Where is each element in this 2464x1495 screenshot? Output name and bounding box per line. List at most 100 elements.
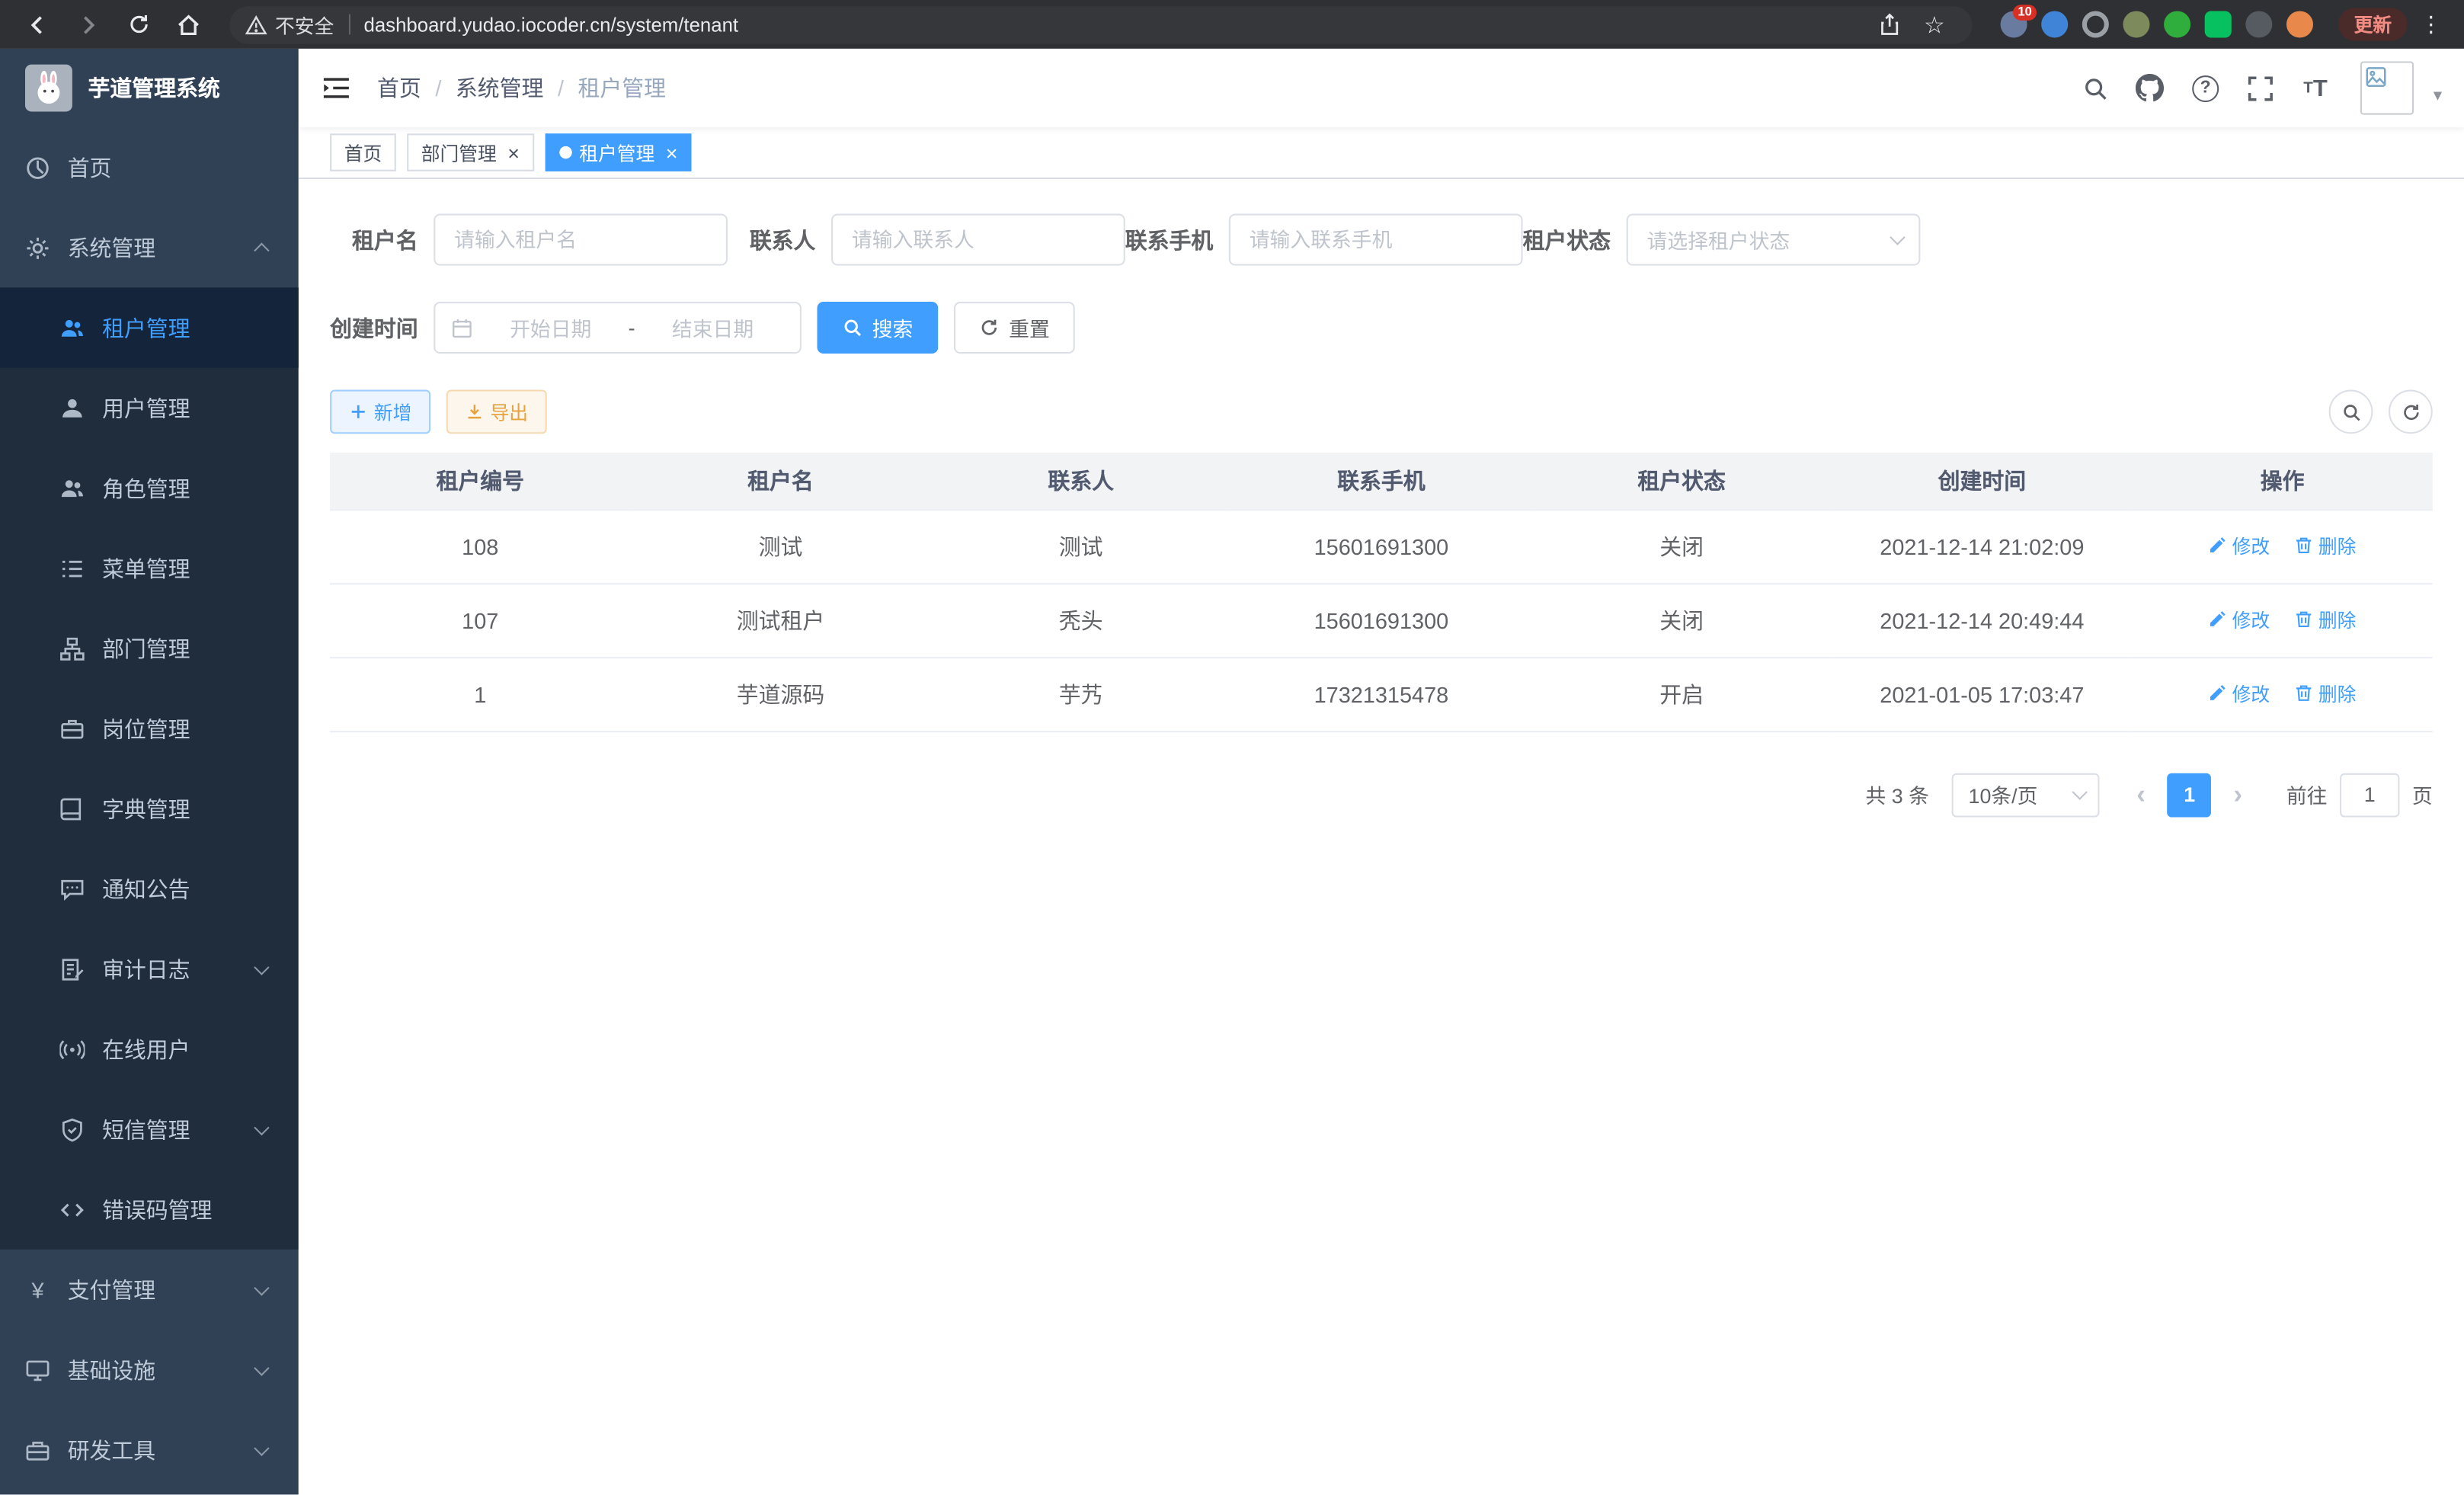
search-icon	[2341, 402, 2361, 422]
sidebar-toggle-icon[interactable]	[299, 75, 374, 101]
sidebar-group-sms[interactable]: 短信管理	[0, 1089, 299, 1169]
sidebar-item-roles[interactable]: 角色管理	[0, 448, 299, 528]
sidebar-item-users[interactable]: 用户管理	[0, 368, 299, 448]
toggle-search-button[interactable]	[2329, 390, 2373, 434]
delete-button[interactable]: 删除	[2295, 533, 2356, 559]
sidebar-group-dev-tools[interactable]: 研发工具	[0, 1410, 299, 1490]
help-icon[interactable]: ?	[2184, 66, 2228, 110]
edit-button[interactable]: 修改	[2209, 607, 2270, 633]
sidebar-item-dictionary[interactable]: 字典管理	[0, 769, 299, 849]
status-text: 关闭	[1531, 583, 1832, 657]
status-select[interactable]: 请选择租户状态	[1627, 214, 1921, 266]
filter-row-1: 租户名 联系人 联系手机 租户状态 请选择租户状态	[330, 214, 2433, 266]
refresh-icon	[2400, 402, 2421, 422]
extension-icon[interactable]	[2245, 11, 2272, 37]
extension-icon[interactable]	[2164, 11, 2190, 37]
edit-button[interactable]: 修改	[2209, 680, 2270, 707]
home-icon[interactable]	[167, 5, 211, 43]
sidebar-item-tenant[interactable]: 租户管理	[0, 287, 299, 367]
forward-icon[interactable]	[66, 5, 110, 43]
back-icon[interactable]	[16, 5, 60, 43]
trash-icon	[2295, 536, 2314, 555]
tab-tenant[interactable]: 租户管理 ×	[545, 133, 692, 171]
sidebar-group-payment[interactable]: ¥ 支付管理	[0, 1250, 299, 1330]
date-range-picker[interactable]: 开始日期 - 结束日期	[434, 302, 802, 354]
tab-home[interactable]: 首页	[330, 133, 396, 171]
mobile-input[interactable]	[1229, 214, 1523, 266]
sidebar-item-posts[interactable]: 岗位管理	[0, 688, 299, 768]
font-size-icon[interactable]: TT	[2293, 66, 2338, 110]
end-date-placeholder[interactable]: 结束日期	[642, 312, 784, 342]
breadcrumb-current: 租户管理	[578, 72, 667, 104]
app-logo[interactable]: 芋道管理系统	[0, 49, 299, 127]
sidebar-group-infrastructure[interactable]: 基础设施	[0, 1330, 299, 1410]
bookmark-star-icon[interactable]: ☆	[1912, 5, 1957, 43]
briefcase-icon	[59, 715, 85, 741]
chrome-update-button[interactable]: 更新	[2338, 8, 2408, 40]
extension-icon[interactable]: 10	[2001, 11, 2027, 37]
sidebar-item-notices[interactable]: 通知公告	[0, 849, 299, 929]
export-button[interactable]: 导出	[446, 390, 547, 434]
search-icon[interactable]	[2073, 66, 2117, 110]
sidebar-item-error-codes[interactable]: 错误码管理	[0, 1170, 299, 1250]
breadcrumb-home[interactable]: 首页	[377, 72, 421, 104]
security-indicator[interactable]: 不安全	[245, 9, 334, 39]
mobile-label: 联系手机	[1125, 224, 1229, 255]
close-icon[interactable]: ×	[507, 142, 520, 163]
delete-button[interactable]: 删除	[2295, 607, 2356, 633]
create-time-label: 创建时间	[330, 312, 434, 343]
refresh-table-button[interactable]	[2389, 390, 2433, 434]
gear-icon	[25, 235, 50, 260]
chevron-up-icon	[254, 242, 269, 258]
sidebar-item-online-users[interactable]: 在线用户	[0, 1009, 299, 1089]
org-tree-icon	[59, 635, 85, 661]
fullscreen-icon[interactable]	[2238, 66, 2283, 110]
extension-icon[interactable]	[2041, 11, 2068, 37]
share-icon[interactable]	[1868, 5, 1912, 43]
page-number-1[interactable]: 1	[2168, 773, 2212, 817]
breadcrumb-system[interactable]: 系统管理	[456, 72, 544, 104]
page-content: 租户名 联系人 联系手机 租户状态 请选择租户状态	[299, 179, 2464, 1494]
github-icon[interactable]	[2129, 66, 2173, 110]
add-button[interactable]: 新增	[330, 390, 430, 434]
tab-department[interactable]: 部门管理 ×	[407, 133, 533, 171]
reset-button[interactable]: 重置	[954, 302, 1075, 354]
address-bar[interactable]: 不安全 dashboard.yudao.iocoder.cn/system/te…	[229, 5, 1972, 43]
user-avatar[interactable]	[2361, 61, 2414, 114]
sidebar-item-departments[interactable]: 部门管理	[0, 608, 299, 688]
reload-icon[interactable]	[117, 5, 161, 43]
extension-icon[interactable]	[2082, 11, 2109, 37]
sidebar-group-audit-log[interactable]: 审计日志	[0, 929, 299, 1009]
extension-icon[interactable]	[2205, 11, 2232, 37]
table-toolbar: 新增 导出	[330, 390, 2433, 434]
edit-button[interactable]: 修改	[2209, 533, 2270, 559]
table-row: 1 芋道源码 芋艿 17321315478 开启 2021-01-05 17:0…	[330, 657, 2433, 731]
user-avatar-icon[interactable]	[2286, 11, 2313, 37]
filter-contact: 联系人	[728, 214, 1125, 266]
prev-page-icon[interactable]: ‹	[2127, 779, 2155, 810]
url-text[interactable]: dashboard.yudao.iocoder.cn/system/tenant	[364, 14, 739, 36]
tenant-name-input[interactable]	[434, 214, 728, 266]
goto-page-input[interactable]	[2340, 773, 2399, 817]
logo-image	[25, 65, 72, 112]
sidebar-group-system[interactable]: 系统管理	[0, 207, 299, 287]
search-button[interactable]: 搜索	[818, 302, 939, 354]
page-size-select[interactable]: 10条/页	[1951, 773, 2099, 817]
status-label: 租户状态	[1523, 224, 1627, 255]
extensions-area: 10	[2001, 11, 2313, 37]
delete-button[interactable]: 删除	[2295, 680, 2356, 707]
security-label: 不安全	[275, 9, 334, 39]
message-icon	[59, 876, 85, 901]
start-date-placeholder[interactable]: 开始日期	[479, 312, 622, 342]
chrome-menu-icon[interactable]: ⋮	[2414, 11, 2448, 37]
omnibox-divider	[348, 14, 350, 35]
contact-input[interactable]	[831, 214, 1125, 266]
next-page-icon[interactable]: ›	[2224, 779, 2251, 810]
profile-avatar-icon[interactable]	[2123, 11, 2149, 37]
goto-page: 前往 页	[2286, 773, 2433, 817]
caret-down-icon[interactable]: ▾	[2434, 85, 2442, 105]
sidebar-item-home[interactable]: 首页	[0, 127, 299, 207]
close-icon[interactable]: ×	[666, 142, 678, 163]
plus-icon	[349, 402, 368, 421]
sidebar-item-menus[interactable]: 菜单管理	[0, 528, 299, 608]
